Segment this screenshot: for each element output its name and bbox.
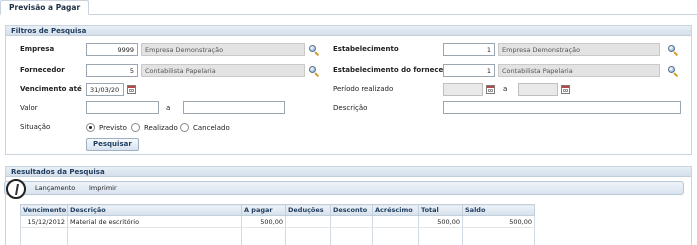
column-header-saldo[interactable]: Saldo xyxy=(462,204,535,216)
vencimento-ate-label: Vencimento até xyxy=(20,85,82,93)
fornecedor-name-field xyxy=(141,64,305,77)
valor-label: Valor xyxy=(20,104,38,112)
filters-panel-title: Filtros de Pesquisa xyxy=(6,26,691,36)
empresa-code-input[interactable] xyxy=(86,43,138,56)
column-header-desconto[interactable]: Desconto xyxy=(330,204,373,216)
empty-row xyxy=(20,227,535,245)
cell-vencimento: 15/12/2012 xyxy=(20,215,68,228)
vencimento-calendar-icon[interactable] xyxy=(127,85,136,94)
estabelecimento-fornecedor-name-field xyxy=(498,64,660,77)
column-header-deducoes[interactable]: Deduções xyxy=(285,204,331,216)
situacao-realizado-label: Realizado xyxy=(144,124,178,132)
column-header-descricao[interactable]: Descrição xyxy=(67,204,242,216)
results-toolbar: Lançamento Imprimir xyxy=(4,181,684,195)
column-header-acrescimo[interactable]: Acréscimo xyxy=(372,204,419,216)
cell-deducoes xyxy=(285,215,331,228)
situacao-previsto-radio[interactable] xyxy=(86,123,95,132)
cursor-marker-icon xyxy=(6,179,26,199)
descricao-input[interactable] xyxy=(443,101,681,114)
column-header-total[interactable]: Total xyxy=(418,204,463,216)
periodo-to-calendar-icon[interactable] xyxy=(561,85,570,94)
periodo-realizado-label: Período realizado xyxy=(333,85,394,93)
descricao-label: Descrição xyxy=(333,104,368,112)
lancamento-button[interactable]: Lançamento xyxy=(35,184,75,193)
situacao-previsto-label: Previsto xyxy=(99,124,127,132)
estabelecimento-fornecedor-search-icon[interactable] xyxy=(668,66,679,78)
column-header-vencimento[interactable]: Vencimento xyxy=(20,204,68,216)
situacao-cancelado-radio[interactable] xyxy=(180,123,189,132)
cell-total: 500,00 xyxy=(418,215,463,228)
periodo-realizado-to-input[interactable] xyxy=(518,83,558,96)
fornecedor-label: Fornecedor xyxy=(20,66,65,74)
tab-bar: Previsão a Pagar xyxy=(0,0,697,15)
estabelecimento-fornecedor-label: Estabelecimento do fornecedor xyxy=(333,66,457,74)
empresa-label: Empresa xyxy=(20,45,55,53)
periodo-from-calendar-icon[interactable] xyxy=(486,85,495,94)
results-table: Vencimento Descrição A pagar Deduções De… xyxy=(20,204,535,245)
estabelecimento-code-input[interactable] xyxy=(443,43,495,56)
fornecedor-search-icon[interactable] xyxy=(309,66,320,78)
imprimir-button[interactable]: Imprimir xyxy=(89,184,117,193)
vencimento-ate-input[interactable] xyxy=(86,83,124,96)
periodo-realizado-from-input[interactable] xyxy=(443,83,483,96)
situacao-cancelado-label: Cancelado xyxy=(193,124,230,132)
cell-descricao: Material de escritório xyxy=(67,215,242,228)
table-header-row: Vencimento Descrição A pagar Deduções De… xyxy=(20,204,535,216)
valor-from-input[interactable] xyxy=(86,101,159,114)
fornecedor-code-input[interactable] xyxy=(86,64,138,77)
situacao-realizado-radio[interactable] xyxy=(131,123,140,132)
tab-previsao-a-pagar[interactable]: Previsão a Pagar xyxy=(0,0,90,15)
estabelecimento-fornecedor-code-input[interactable] xyxy=(443,64,495,77)
cell-saldo: 500,00 xyxy=(462,215,535,228)
pesquisar-button[interactable]: Pesquisar xyxy=(86,138,139,151)
cell-acrescimo xyxy=(372,215,419,228)
periodo-range-separator: a xyxy=(503,85,508,93)
empresa-name-field xyxy=(141,43,305,56)
estabelecimento-name-field xyxy=(498,43,660,56)
cell-a-pagar: 500,00 xyxy=(241,215,286,228)
table-row[interactable]: 15/12/2012 Material de escritório 500,00… xyxy=(20,215,535,228)
valor-range-separator: a xyxy=(166,104,171,112)
empresa-search-icon[interactable] xyxy=(309,45,320,57)
situacao-label: Situação xyxy=(20,123,51,131)
estabelecimento-label: Estabelecimento xyxy=(333,45,399,53)
results-panel-title: Resultados da Pesquisa xyxy=(6,167,691,177)
valor-to-input[interactable] xyxy=(183,101,285,114)
estabelecimento-search-icon[interactable] xyxy=(668,45,679,57)
column-header-a-pagar[interactable]: A pagar xyxy=(241,204,286,216)
cell-desconto xyxy=(330,215,373,228)
